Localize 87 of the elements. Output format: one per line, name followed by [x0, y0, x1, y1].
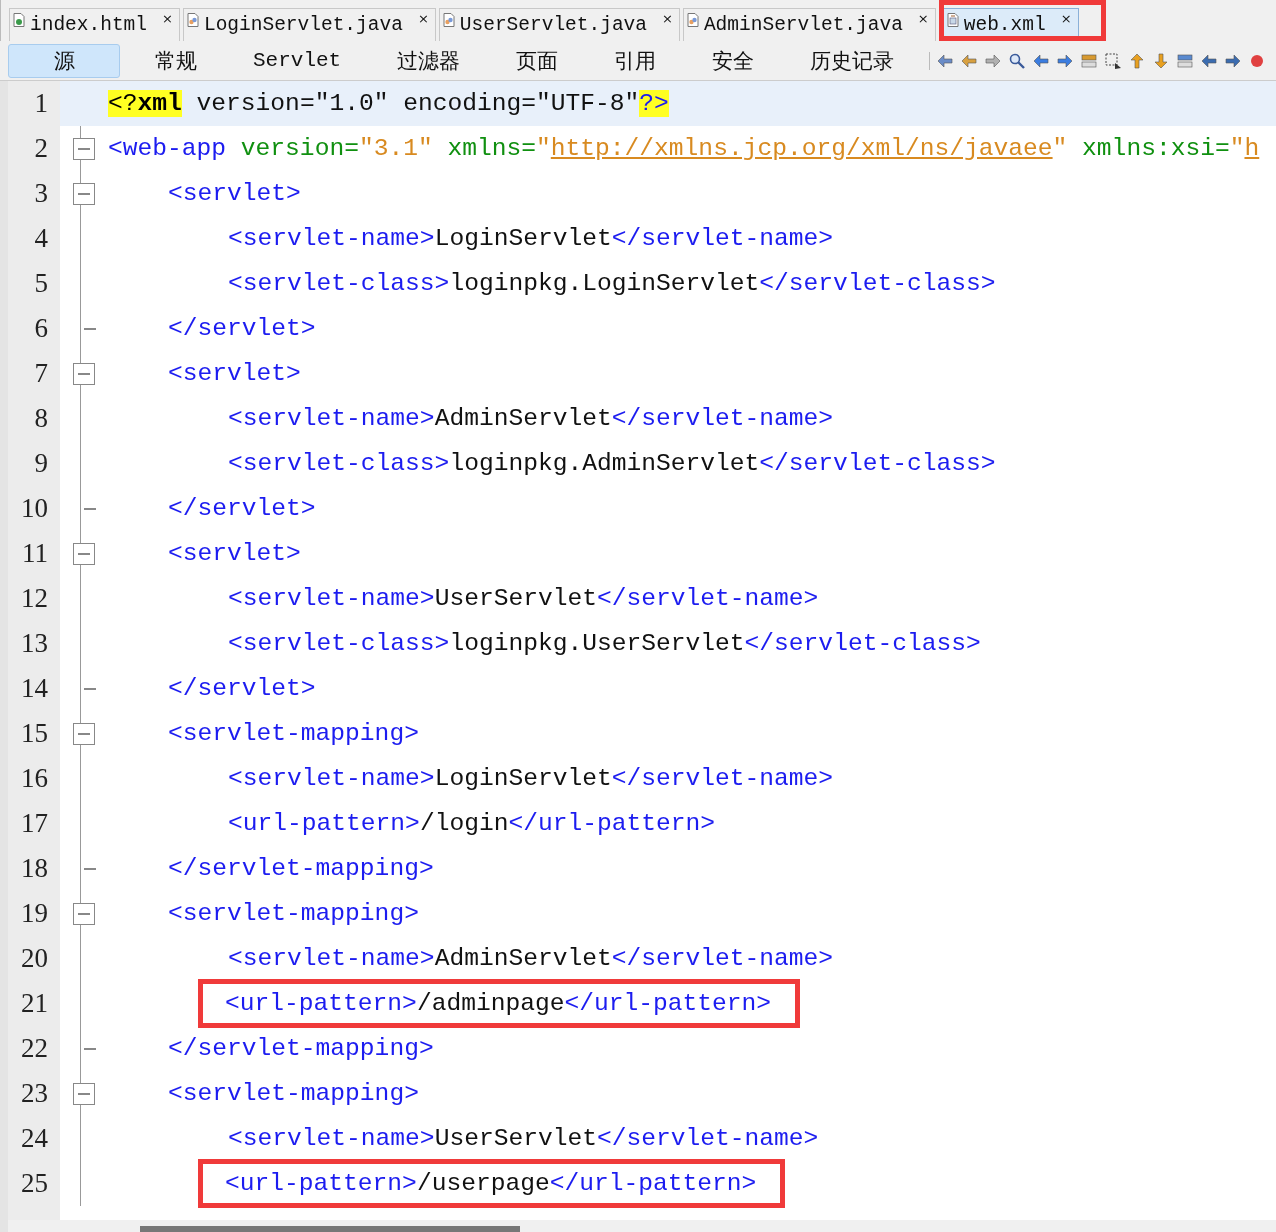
fold-icon[interactable]	[73, 362, 95, 385]
line-number: 5	[33, 268, 48, 299]
line-number: 10	[20, 493, 48, 524]
code-line: <servlet-class>loginpkg.LoginServlet</servlet-class>	[228, 270, 996, 297]
code-line: <servlet-name>AdminServlet</servlet-name>	[228, 945, 834, 972]
line-number: 24	[20, 1123, 48, 1154]
selection-icon[interactable]	[1104, 51, 1123, 70]
code-line: <servlet-mapping>	[168, 900, 419, 927]
xml-file-icon	[946, 13, 959, 27]
fold-end-icon	[84, 1047, 96, 1050]
file-tab[interactable]: UserServlet.java ×	[438, 8, 680, 41]
line-number: 8	[33, 403, 48, 434]
close-icon[interactable]: ×	[162, 11, 173, 26]
code-line: <servlet-class>loginpkg.UserServlet</servlet-class>	[228, 630, 981, 657]
fold-icon[interactable]	[73, 1082, 95, 1105]
code-line: <url-pattern>/adminpage</url-pattern>	[225, 990, 772, 1017]
code-line: <servlet-mapping>	[168, 1080, 419, 1107]
view-tab[interactable]: 历史记录	[789, 43, 916, 78]
view-tab[interactable]: 引用	[593, 43, 678, 78]
fold-end-icon	[84, 687, 96, 690]
java-file-icon	[442, 13, 455, 27]
code-line: <servlet-name>UserServlet</servlet-name>	[228, 1125, 819, 1152]
file-tab[interactable]: AdminServlet.java ×	[682, 8, 936, 41]
line-number: 21	[20, 988, 48, 1019]
code-line: <?xml version="1.0" encoding="UTF-8"?>	[108, 90, 669, 117]
code-line: </servlet-mapping>	[168, 855, 434, 882]
close-icon[interactable]: ×	[1060, 11, 1072, 26]
line-number: 6	[33, 313, 48, 344]
line-number: 2	[33, 133, 48, 164]
file-tab[interactable]: LoginServlet.java ×	[182, 8, 436, 41]
scrollbar[interactable]	[140, 1226, 520, 1232]
line-number: 17	[20, 808, 48, 839]
line-number: 3	[33, 178, 48, 209]
line-number: 23	[20, 1078, 48, 1109]
code-line: <url-pattern>/login</url-pattern>	[228, 810, 716, 837]
line-number: 9	[33, 448, 48, 479]
java-file-icon	[186, 13, 199, 27]
search-icon[interactable]	[1008, 51, 1027, 70]
line-number: 19	[20, 898, 48, 929]
code-line: <servlet-class>loginpkg.AdminServlet</servlet-class>	[228, 450, 996, 477]
fold-end-icon	[84, 867, 96, 870]
html-file-icon	[13, 13, 25, 27]
line-number: 15	[20, 718, 48, 749]
line-number: 16	[20, 763, 48, 794]
fold-end-icon	[84, 327, 96, 330]
code-line: </servlet>	[168, 675, 316, 702]
line-number: 14	[20, 673, 48, 704]
code-line: <servlet-mapping>	[168, 720, 419, 747]
code-line: <servlet-name>LoginServlet</servlet-name>	[228, 225, 834, 252]
code-line: <servlet>	[168, 540, 301, 567]
code-line: </servlet-mapping>	[168, 1035, 434, 1062]
view-tab[interactable]: 安全	[691, 43, 776, 78]
code-line: <servlet-name>LoginServlet</servlet-name>	[228, 765, 834, 792]
fold-icon[interactable]	[73, 722, 95, 745]
view-tab[interactable]: 源	[8, 43, 120, 78]
line-number: 12	[20, 583, 48, 614]
code-line: </servlet>	[168, 315, 316, 342]
fold-icon[interactable]	[73, 902, 95, 925]
close-icon[interactable]: ×	[417, 11, 429, 26]
view-tab[interactable]: 常规	[134, 43, 218, 78]
code-line: <web-app version="3.1" xmlns="http://xmlns.jcp.org/xml/ns/javaee" xmlns:xsi="h	[108, 135, 1260, 162]
line-number: 11	[21, 538, 48, 569]
code-line: <servlet-name>UserServlet</servlet-name>	[228, 585, 819, 612]
view-tab[interactable]: 过滤器	[376, 43, 482, 78]
line-number: 4	[33, 223, 48, 254]
line-number: 13	[20, 628, 48, 659]
close-icon[interactable]: ×	[662, 11, 673, 26]
fold-icon[interactable]	[73, 137, 95, 160]
fold-icon[interactable]	[73, 182, 95, 205]
line-number: 20	[20, 943, 48, 974]
code-line: <servlet>	[168, 360, 301, 387]
fold-icon[interactable]	[73, 542, 95, 565]
view-tab[interactable]: 页面	[495, 43, 580, 78]
view-tab[interactable]: Servlet	[232, 43, 363, 78]
code-line: </servlet>	[168, 495, 316, 522]
line-number: 22	[20, 1033, 48, 1064]
file-tab[interactable]: index.html ×	[9, 8, 180, 41]
code-line: <servlet>	[168, 180, 301, 207]
line-number: 25	[20, 1168, 48, 1199]
line-number: 1	[33, 88, 48, 119]
line-number: 7	[33, 358, 48, 389]
java-file-icon	[686, 13, 699, 27]
fold-end-icon	[84, 507, 96, 510]
code-line: <servlet-name>AdminServlet</servlet-name>	[228, 405, 834, 432]
line-number: 18	[20, 853, 48, 884]
code-line: <url-pattern>/userpage</url-pattern>	[225, 1170, 757, 1197]
close-icon[interactable]: ×	[917, 11, 929, 26]
